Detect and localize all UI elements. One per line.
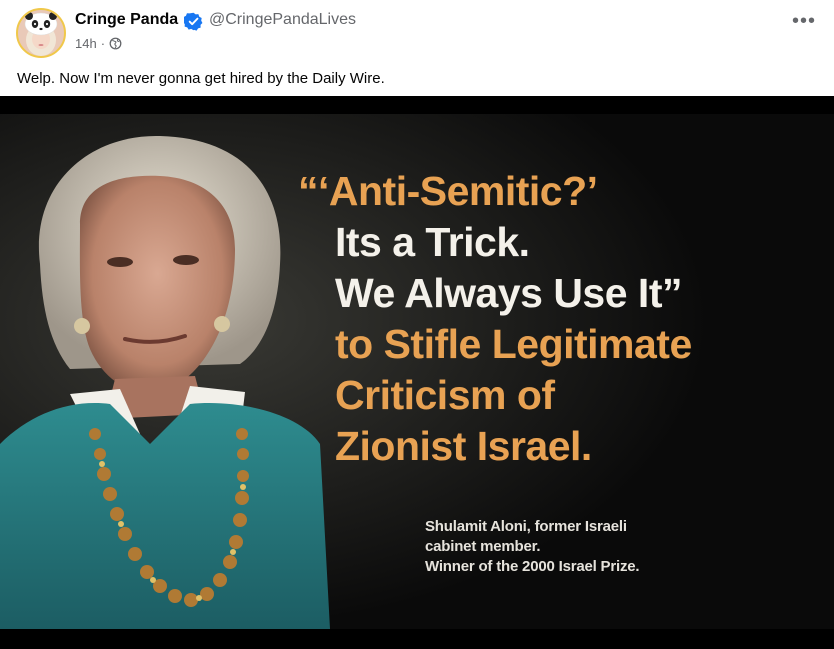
quote-text: “‘Anti-Semitic?’ Its a Trick. We Always …	[298, 166, 692, 472]
post-caption: Welp. Now I'm never gonna get hired by t…	[17, 70, 385, 87]
quote-line-5: Criticism of	[335, 372, 555, 418]
image-credit: Shulamit Aloni, former Israeli cabinet m…	[425, 517, 640, 577]
quote-line-4: to Stifle Legitimate	[335, 321, 692, 367]
post-meta: 14h ·	[75, 36, 122, 51]
quote-line-1: “‘Anti-Semitic?’	[298, 168, 598, 214]
timestamp[interactable]: 14h	[75, 36, 97, 51]
verified-badge-icon	[184, 12, 203, 31]
post-card: Cringe Panda @CringePandaLives 14h · •••…	[0, 0, 834, 649]
quote-line-3: We Always Use It”	[335, 270, 682, 316]
credit-line-3: Winner of the 2000 Israel Prize.	[425, 558, 640, 575]
globe-icon[interactable]	[109, 37, 122, 50]
avatar[interactable]	[16, 8, 66, 58]
author-name[interactable]: Cringe Panda	[75, 11, 178, 29]
portrait-photo: “‘Anti-Semitic?’ Its a Trick. We Always …	[0, 114, 834, 629]
quote-line-6: Zionist Israel.	[335, 423, 592, 469]
credit-line-1: Shulamit Aloni, former Israeli	[425, 518, 627, 535]
more-options-icon[interactable]: •••	[789, 9, 819, 33]
author-handle[interactable]: @CringePandaLives	[209, 11, 356, 29]
quote-line-2: Its a Trick.	[335, 219, 530, 265]
meta-separator: ·	[100, 36, 106, 51]
credit-line-2: cabinet member.	[425, 538, 541, 555]
post-image[interactable]: “‘Anti-Semitic?’ Its a Trick. We Always …	[0, 96, 834, 649]
